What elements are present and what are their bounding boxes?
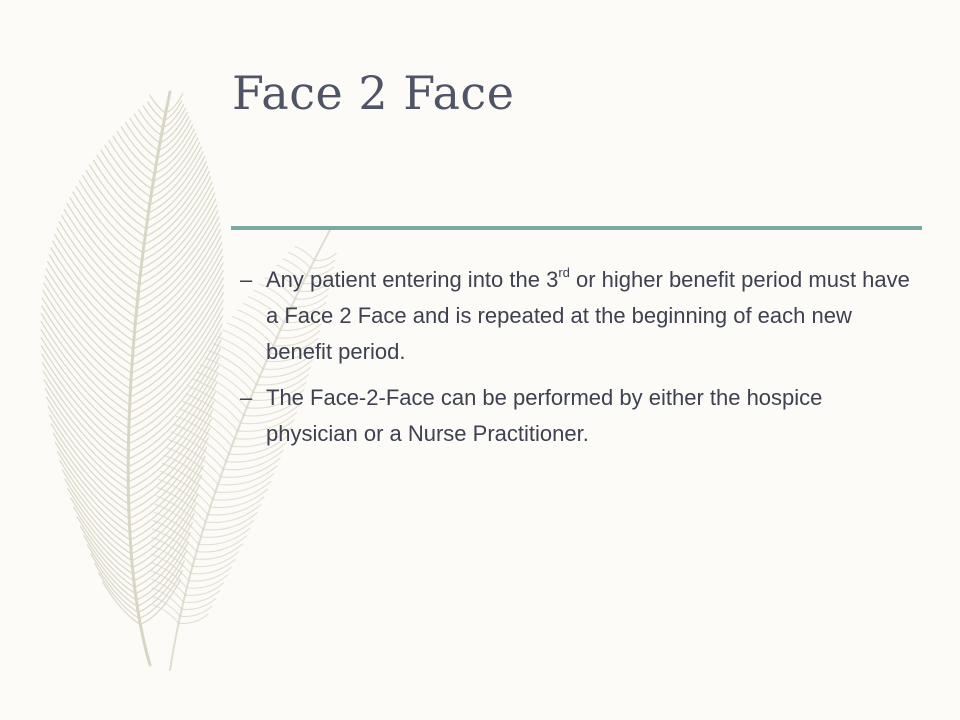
bullet-item-2: – The Face-2-Face can be performed by ei… [240,380,920,452]
title-divider [231,226,922,230]
slide: Face 2 Face – Any patient entering into … [0,0,960,720]
bullet-2-text: The Face-2-Face can be performed by eith… [266,385,823,446]
bullet-list: – Any patient entering into the 3rd or h… [240,262,920,462]
bullet-1-text-start: Any patient entering into the 3 [266,267,559,292]
bullet-1-ordinal-suffix: rd [558,264,570,280]
bullet-marker: – [240,267,253,292]
slide-title: Face 2 Face [232,66,515,120]
bullet-item-1: – Any patient entering into the 3rd or h… [240,262,920,370]
bullet-marker: – [240,385,253,410]
